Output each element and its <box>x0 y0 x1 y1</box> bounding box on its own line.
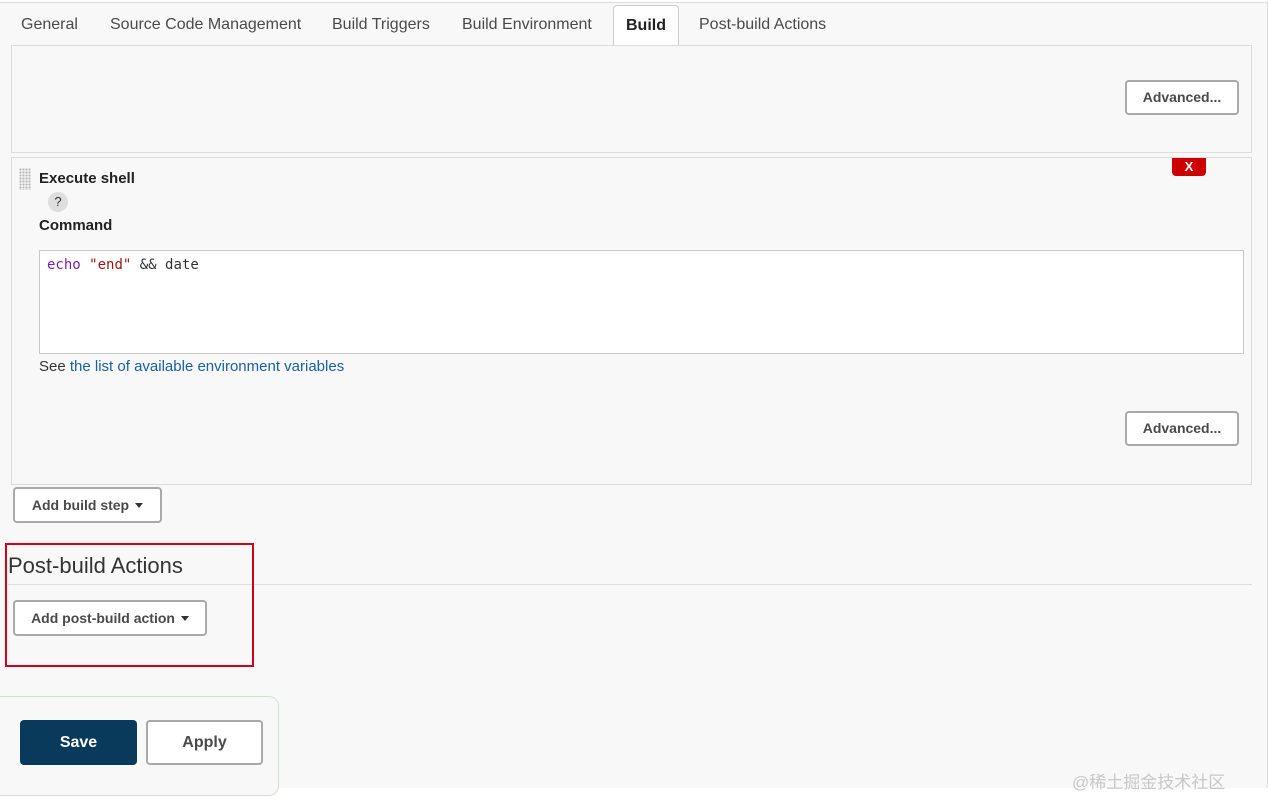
watermark: @稀土掘金技术社区 <box>1072 773 1226 792</box>
tab-build[interactable]: Build <box>613 5 679 47</box>
command-rest: && date <box>139 257 199 273</box>
caret-down-icon <box>135 503 144 508</box>
drag-handle-icon[interactable] <box>19 168 31 190</box>
previous-build-step-panel: Advanced... <box>11 45 1252 153</box>
step-title: Execute shell <box>39 170 135 187</box>
config-tabs: General Source Code Management Build Tri… <box>0 3 1266 47</box>
job-config-page: General Source Code Management Build Tri… <box>0 2 1268 796</box>
command-textarea[interactable]: echo "end" && date <box>39 250 1244 354</box>
command-string: "end" <box>89 257 132 273</box>
tab-general[interactable]: General <box>21 3 78 45</box>
env-variables-link[interactable]: the list of available environment variab… <box>70 358 344 375</box>
tab-build-triggers[interactable]: Build Triggers <box>332 3 430 45</box>
tab-build-environment[interactable]: Build Environment <box>462 3 592 45</box>
advanced-button[interactable]: Advanced... <box>1125 80 1239 115</box>
tab-source-code-management[interactable]: Source Code Management <box>110 3 301 45</box>
command-label: Command <box>39 217 113 234</box>
env-variables-hint: See the list of available environment va… <box>39 358 344 375</box>
add-build-step-button[interactable]: Add build step <box>13 487 162 523</box>
execute-shell-panel: X Execute shell ? Command echo "end" && … <box>11 157 1252 485</box>
command-keyword: echo <box>47 257 81 273</box>
annotation-highlight-box <box>5 543 254 667</box>
add-build-step-label: Add build step <box>31 497 130 513</box>
help-icon[interactable]: ? <box>48 192 68 212</box>
apply-button[interactable]: Apply <box>146 720 263 765</box>
tab-post-build-actions[interactable]: Post-build Actions <box>699 3 826 45</box>
save-button[interactable]: Save <box>20 720 137 765</box>
advanced-button[interactable]: Advanced... <box>1125 411 1239 446</box>
env-prefix: See <box>39 358 66 375</box>
delete-step-button[interactable]: X <box>1172 158 1206 176</box>
